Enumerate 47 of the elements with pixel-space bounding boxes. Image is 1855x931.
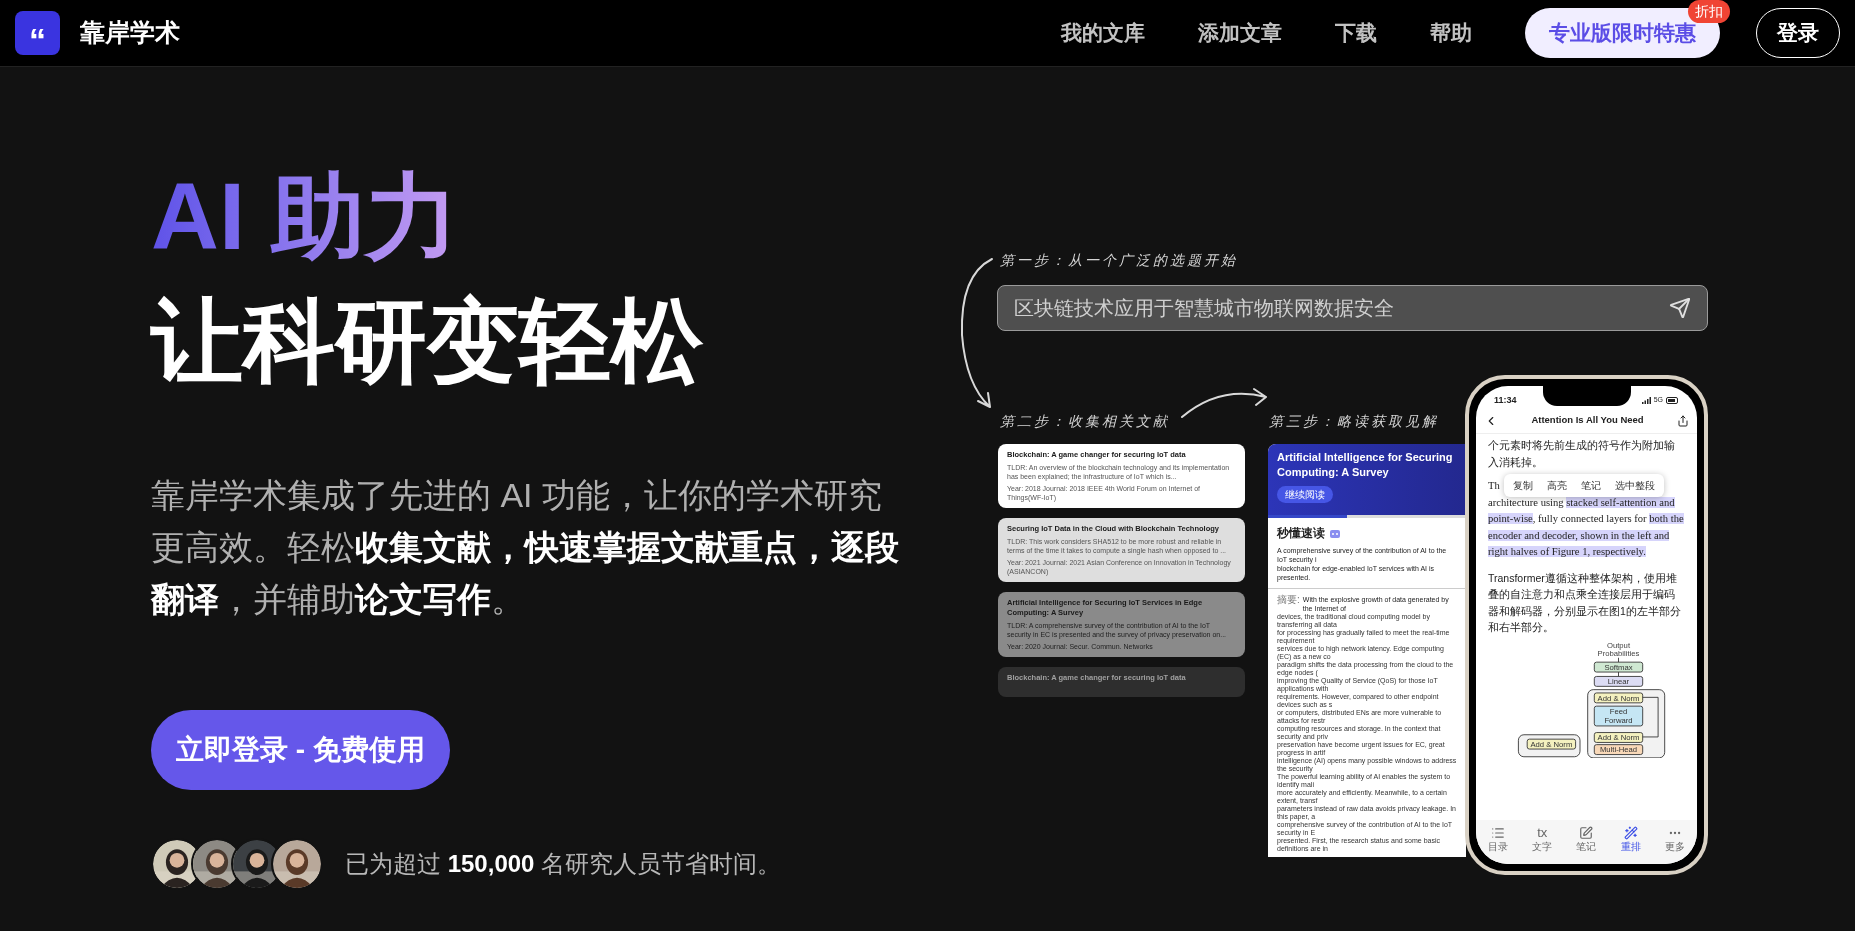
send-icon[interactable] <box>1669 297 1691 319</box>
signal-icon <box>1641 397 1651 404</box>
share-icon[interactable] <box>1677 414 1689 427</box>
login-button[interactable]: 登录 <box>1756 8 1840 58</box>
reader-title: Artificial Intelligence for Securing <box>1277 450 1454 465</box>
step-label: 第一步：从一个广泛的选题开始 <box>1000 252 1238 268</box>
reader-title: Computing: A Survey <box>1277 465 1390 480</box>
translated-paragraph: 个元素时将先前生成的符号作为附加输入消耗掉。 <box>1488 438 1676 470</box>
search-field[interactable]: 区块链技术应用于智慧城市物联网数据安全 <box>997 285 1708 331</box>
brand-name[interactable]: 靠岸学术 <box>80 14 180 52</box>
phone-tab[interactable]: 目录 <box>1488 826 1509 852</box>
robot-icon <box>1329 528 1341 538</box>
list-icon <box>1491 826 1506 840</box>
menu-item[interactable]: 高亮 <box>1540 474 1574 497</box>
menu-item[interactable]: 笔记 <box>1574 474 1608 497</box>
continue-button[interactable]: 继续阅读 <box>1277 486 1333 503</box>
phone-tab[interactable]: 笔记 <box>1576 826 1597 852</box>
phone-tab[interactable]: 更多 <box>1664 826 1685 852</box>
text-icon: tx <box>1537 826 1548 840</box>
nav-link[interactable]: 帮助 <box>1430 17 1472 49</box>
wand-icon <box>1623 826 1638 840</box>
discount-badge: 折扣 <box>1688 0 1730 23</box>
phone-tab[interactable]: 重排 <box>1620 826 1641 852</box>
paper-card[interactable] <box>998 444 1245 508</box>
menu-item[interactable]: 选中整段 <box>1608 474 1662 497</box>
phone-tab[interactable]: tx 文字 <box>1532 826 1553 852</box>
menu-item[interactable]: 复制 <box>1506 474 1540 497</box>
nav-link[interactable]: 添加文章 <box>1198 17 1282 49</box>
paper-title: Attention Is All You Need <box>1531 413 1644 428</box>
paper-card[interactable] <box>998 592 1245 657</box>
pen-icon <box>1579 826 1594 840</box>
architecture-diagram: Output Probabilities Softmax Linear Add & Norm Feed Forward Add & Norm Multi-Head Add & Norm <box>1514 639 1679 758</box>
status-time: 11:34 <box>1494 393 1517 407</box>
hero-title: 让科研变轻松 <box>151 289 704 394</box>
summary-heading: 秒懂速读 <box>1277 525 1325 542</box>
nav-link[interactable]: 下载 <box>1335 17 1377 49</box>
translated-paragraph: Transformer遵循这种整体架构，使用堆叠的自注意力和点乘全连接层用于编码器和解码器，分别显示在图1的左半部分和右半部分。 <box>1488 570 1682 635</box>
nav-link[interactable]: 我的文库 <box>1061 17 1145 49</box>
signup-button[interactable]: 立即登录 - 免费使用 <box>151 710 450 790</box>
battery-icon <box>1666 397 1679 404</box>
hero-description: 靠岸学术集成了先进的 AI 功能，让你的学术研究更高效。轻松收集文献，快速掌握文献重点，逐段翻译，并辅助论文写作。 <box>151 475 900 620</box>
step-label: 第二步：收集相关文献 <box>1000 412 1171 431</box>
social-proof-text: 已为超过 150,000 名研究人员节省时间。 <box>345 849 782 879</box>
paper-card[interactable] <box>998 518 1245 582</box>
step-label: 第三步：略读获取见解 <box>1269 412 1439 431</box>
logo-icon[interactable]: “ <box>15 11 60 55</box>
abstract-label: 摘要: <box>1277 595 1300 605</box>
